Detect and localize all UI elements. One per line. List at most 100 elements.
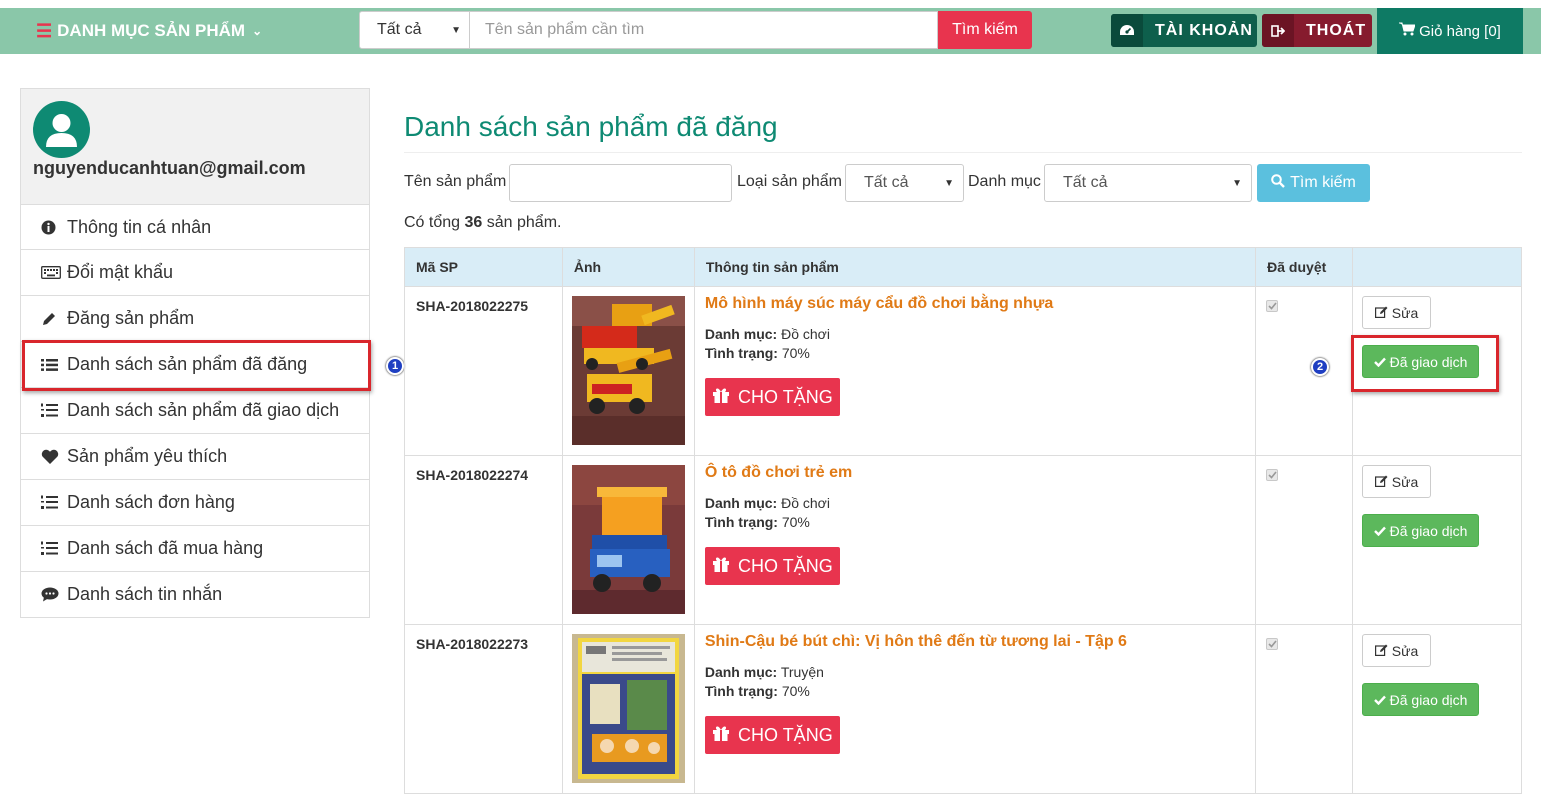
search-placeholder: Tên sản phẩm cần tìm (485, 21, 645, 38)
product-thumbnail[interactable] (571, 634, 685, 783)
gift-button[interactable]: CHO TẶNG (704, 547, 840, 585)
product-name-link[interactable]: Shin-Cậu bé bút chì: Vị hôn thê đến từ t… (705, 633, 1255, 651)
edit-button[interactable]: Sửa (1362, 296, 1432, 329)
logout-button[interactable]: THOÁT (1262, 14, 1372, 47)
sidebar-item-label: Đăng sản phẩm (67, 308, 195, 328)
sign-out-icon (1262, 14, 1294, 47)
sidebar-item-favorites[interactable]: Sản phẩm yêu thích (20, 434, 370, 480)
product-category: Đồ chơi (781, 326, 830, 342)
product-info: Shin-Cậu bé bút chì: Vị hôn thê đến từ t… (693, 624, 1257, 794)
product-code: SHA-2018022275 (404, 286, 563, 456)
sidebar-item-change-password[interactable]: Đổi mật khẩu (20, 250, 370, 296)
annotation-badge-1: 1 (386, 357, 404, 375)
cart-button[interactable]: Giỏ hàng [0] (1377, 8, 1523, 54)
filter-category-value: Tất cả (1063, 174, 1108, 191)
pencil-icon (41, 311, 67, 327)
mark-traded-label: Đã giao dịch (1389, 691, 1468, 708)
check-icon (1373, 523, 1386, 539)
ordered-list-icon (41, 541, 67, 556)
sidebar-item-label: Thông tin cá nhân (67, 216, 212, 237)
product-condition-line: Tình trạng: 70% (705, 344, 1255, 363)
mark-traded-button[interactable]: Đã giao dịch (1362, 683, 1480, 716)
product-name-link[interactable]: Ô tô đồ chơi trẻ em (705, 464, 1255, 482)
product-condition: 70% (781, 683, 810, 699)
account-button[interactable]: TÀI KHOẢN (1111, 14, 1257, 47)
product-info: Ô tô đồ chơi trẻ em Danh mục: Đồ chơi Tì… (693, 455, 1257, 625)
col-header-image: Ảnh (561, 247, 695, 287)
list-icon (41, 358, 67, 372)
edit-icon (1374, 474, 1388, 490)
heart-icon (41, 449, 67, 465)
filter-name-input[interactable] (509, 164, 732, 202)
total-count-text: Có tổng 36 sản phẩm. (404, 214, 561, 232)
filter-type-select[interactable]: Tất cả ▼ (845, 164, 964, 202)
table-row: SHA-2018022275 Mô hình máy súc máy cẩu đ… (404, 286, 1522, 456)
category-label: Danh mục: (704, 664, 778, 680)
logout-label: THOÁT (1306, 21, 1367, 39)
account-label: TÀI KHOẢN (1155, 21, 1253, 39)
sidebar-item-messages[interactable]: Danh sách tin nhắn (20, 572, 370, 618)
sidebar-item-traded-products[interactable]: Danh sách sản phẩm đã giao dịch (20, 388, 370, 434)
sidebar-item-post-product[interactable]: Đăng sản phẩm (20, 296, 370, 342)
sidebar-item-orders[interactable]: Danh sách đơn hàng (20, 480, 370, 526)
mark-traded-button[interactable]: Đã giao dịch (1362, 514, 1480, 547)
user-email: nguyenducanhtuan@gmail.com (33, 158, 306, 178)
sidebar-item-label: Danh sách đơn hàng (67, 492, 235, 512)
category-menu-label: DANH MỤC SẢN PHẨM (57, 21, 246, 40)
mark-traded-label: Đã giao dịch (1389, 353, 1468, 370)
category-label: Danh mục: (704, 495, 778, 511)
sidebar-item-personal-info[interactable]: Thông tin cá nhân (20, 204, 370, 250)
product-thumbnail[interactable] (571, 465, 685, 614)
sidebar-item-label: Danh sách sản phẩm đã đăng (67, 354, 308, 374)
search-button[interactable]: Tìm kiếm (938, 11, 1032, 49)
col-header-code: Mã SP (404, 247, 563, 287)
col-header-info: Thông tin sản phẩm (693, 247, 1257, 287)
edit-icon (1374, 643, 1388, 659)
product-condition: 70% (781, 514, 810, 530)
gift-button[interactable]: CHO TẶNG (704, 378, 840, 416)
cart-label: Giỏ hàng [0] (1419, 22, 1501, 40)
product-info: Mô hình máy súc máy cẩu đồ chơi bằng nhự… (693, 286, 1257, 456)
total-suffix: sản phẩm. (486, 214, 562, 231)
edit-button[interactable]: Sửa (1362, 634, 1432, 667)
product-name-link[interactable]: Mô hình máy súc máy cẩu đồ chơi bằng nhự… (705, 295, 1255, 313)
approved-checkbox (1266, 300, 1279, 312)
category-menu-toggle[interactable]: ☰ DANH MỤC SẢN PHẨM ⌄ (36, 18, 262, 44)
caret-down-icon: ▼ (451, 25, 461, 36)
edit-label: Sửa (1391, 642, 1419, 659)
check-icon (1373, 692, 1386, 708)
mark-traded-button[interactable]: Đã giao dịch (1362, 345, 1480, 378)
sidebar-item-label: Danh sách sản phẩm đã giao dịch (67, 400, 340, 420)
filter-type-label: Loại sản phẩm (737, 173, 842, 190)
filter-type-value: Tất cả (864, 174, 909, 191)
hamburger-icon: ☰ (36, 21, 53, 41)
ordered-list-icon (41, 403, 67, 418)
caret-down-icon: ▼ (1232, 178, 1242, 189)
chevron-down-icon: ⌄ (252, 24, 263, 38)
product-condition: 70% (781, 345, 810, 361)
search-category-value: Tất cả (377, 21, 422, 38)
product-category: Đồ chơi (781, 495, 830, 511)
sidebar-item-posted-products[interactable]: Danh sách sản phẩm đã đăng (20, 342, 370, 388)
product-category-line: Danh mục: Đồ chơi (705, 494, 1255, 513)
caret-down-icon: ▼ (944, 178, 954, 189)
sidebar-item-label: Danh sách tin nhắn (67, 584, 223, 604)
gift-icon (712, 724, 730, 747)
sidebar-menu: Thông tin cá nhân Đổi mật khẩu Đăng sản … (20, 204, 370, 618)
shopping-cart-icon (1399, 22, 1416, 40)
filter-category-select[interactable]: Tất cả ▼ (1044, 164, 1252, 202)
gift-label: CHO TẶNG (738, 555, 833, 576)
table-row: SHA-2018022274 Ô tô đồ chơi trẻ em Danh … (404, 455, 1522, 625)
filter-search-button[interactable]: Tìm kiếm (1257, 164, 1370, 202)
page-title: Danh sách sản phẩm đã đăng (404, 111, 778, 142)
condition-label: Tình trạng: (704, 345, 778, 361)
gift-button[interactable]: CHO TẶNG (704, 716, 840, 754)
search-input[interactable]: Tên sản phẩm cần tìm (470, 11, 938, 49)
product-thumbnail[interactable] (571, 296, 685, 445)
edit-label: Sửa (1391, 304, 1419, 321)
edit-button[interactable]: Sửa (1362, 465, 1432, 498)
sidebar-item-purchased[interactable]: Danh sách đã mua hàng (20, 526, 370, 572)
product-category-line: Danh mục: Đồ chơi (705, 325, 1255, 344)
search-category-select[interactable]: Tất cả ▼ (359, 11, 470, 49)
product-category: Truyện (780, 664, 824, 680)
